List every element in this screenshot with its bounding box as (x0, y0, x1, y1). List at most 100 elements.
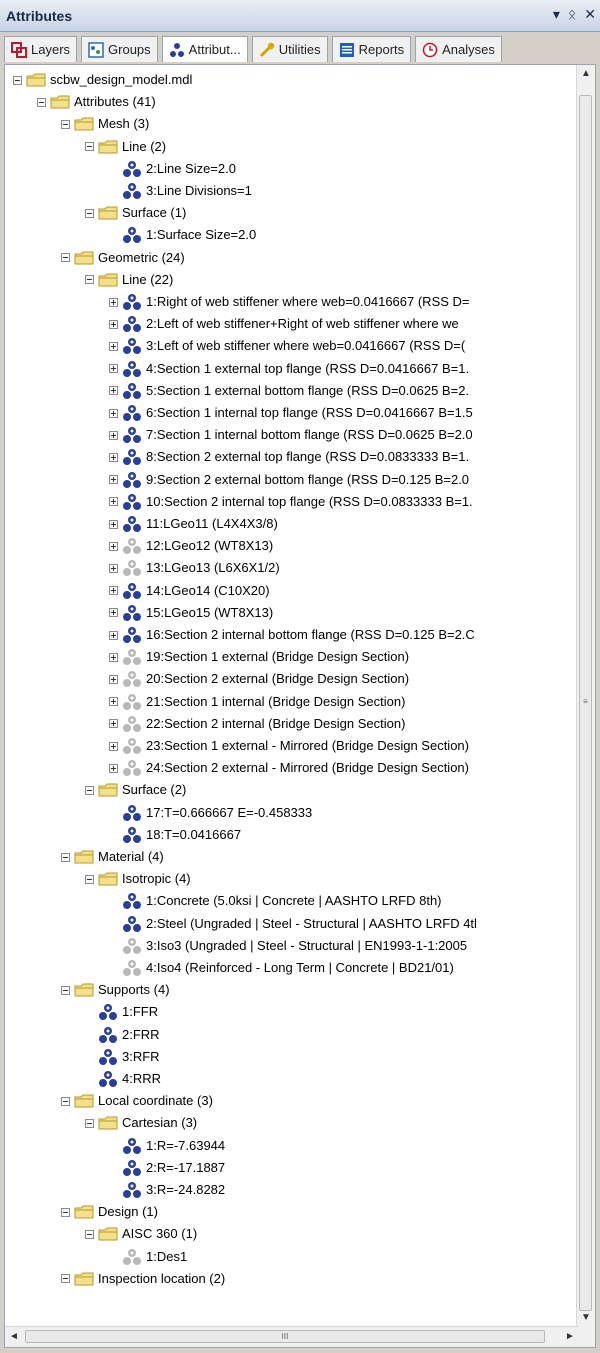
tree-node[interactable]: 18:T=0.0416667 (109, 824, 241, 846)
tree-node[interactable]: scbw_design_model.mdl (13, 69, 192, 91)
expand-icon[interactable] (109, 563, 118, 573)
tree-node[interactable]: 9:Section 2 external bottom flange (RSS … (109, 469, 469, 491)
horizontal-scrollbar[interactable]: ◄ III ► (5, 1326, 579, 1347)
scroll-up-icon[interactable]: ▲ (577, 65, 595, 83)
tree-node[interactable]: Cartesian (3) (85, 1112, 197, 1134)
vertical-scroll-thumb[interactable]: ≡ (579, 95, 592, 1311)
tab-attributes[interactable]: Attribut... (161, 36, 248, 62)
expand-icon[interactable] (109, 697, 118, 707)
tab-utilities[interactable]: Utilities (251, 36, 328, 62)
expand-icon[interactable] (109, 630, 118, 640)
vertical-scrollbar[interactable]: ▲ ≡ ▼ (576, 65, 595, 1327)
tree-node[interactable]: 15:LGeo15 (WT8X13) (109, 602, 273, 624)
tree-node[interactable]: Surface (2) (85, 779, 186, 801)
tree-node[interactable]: 20:Section 2 external (Bridge Design Sec… (109, 668, 409, 690)
tree-node[interactable]: 7:Section 1 internal bottom flange (RSS … (109, 424, 473, 446)
collapse-icon[interactable] (61, 1207, 70, 1217)
tree-node[interactable]: 10:Section 2 internal top flange (RSS D=… (109, 491, 473, 513)
tree-node[interactable]: 13:LGeo13 (L6X6X1/2) (109, 557, 280, 579)
expand-icon[interactable] (109, 386, 118, 396)
tree-node[interactable]: 1:Right of web stiffener where web=0.041… (109, 291, 470, 313)
tree-node[interactable]: 19:Section 1 external (Bridge Design Sec… (109, 646, 409, 668)
tree-node[interactable]: 1:Des1 (109, 1246, 187, 1268)
tree-node[interactable]: 6:Section 1 internal top flange (RSS D=0… (109, 402, 473, 424)
tree-node[interactable]: 4:Iso4 (Reinforced - Long Term | Concret… (109, 957, 454, 979)
collapse-icon[interactable] (61, 253, 70, 263)
tree-node[interactable]: 17:T=0.666667 E=-0.458333 (109, 802, 312, 824)
attributes-tree[interactable]: scbw_design_model.mdl Attributes (41) Mesh… (13, 69, 577, 1325)
tab-reports[interactable]: Reports (331, 36, 412, 62)
tree-node[interactable]: 21:Section 1 internal (Bridge Design Sec… (109, 691, 405, 713)
tree-node[interactable]: 2:R=-17.1887 (109, 1157, 225, 1179)
tree-node[interactable]: Line (2) (85, 136, 166, 158)
tree-node[interactable]: Line (22) (85, 269, 173, 291)
tree-node[interactable]: 22:Section 2 internal (Bridge Design Sec… (109, 713, 405, 735)
expand-icon[interactable] (109, 430, 118, 440)
collapse-icon[interactable] (61, 1096, 70, 1106)
collapse-icon[interactable] (85, 1118, 94, 1128)
menu-dropdown-icon[interactable]: ▾ (553, 6, 560, 23)
scroll-down-icon[interactable]: ▼ (577, 1309, 595, 1327)
expand-icon[interactable] (109, 364, 118, 374)
expand-icon[interactable] (109, 408, 118, 418)
tree-node[interactable]: 1:Concrete (5.0ksi | Concrete | AASHTO L… (109, 890, 442, 912)
tree-node[interactable]: 3:R=-24.8282 (109, 1179, 225, 1201)
tree-node[interactable]: Supports (4) (61, 979, 170, 1001)
tab-analyses[interactable]: Analyses (415, 36, 502, 62)
tab-layers[interactable]: Layers (4, 36, 78, 62)
collapse-icon[interactable] (61, 852, 70, 862)
tree-node[interactable]: 2:FRR (85, 1024, 160, 1046)
collapse-icon[interactable] (61, 985, 70, 995)
collapse-icon[interactable] (37, 97, 46, 107)
tree-node[interactable]: 1:R=-7.63944 (109, 1135, 225, 1157)
expand-icon[interactable] (109, 608, 118, 618)
expand-icon[interactable] (109, 763, 118, 773)
tree-node[interactable]: 16:Section 2 internal bottom flange (RSS… (109, 624, 475, 646)
tree-node[interactable]: Material (4) (61, 846, 164, 868)
scroll-left-icon[interactable]: ◄ (5, 1327, 23, 1347)
horizontal-scroll-thumb[interactable]: III (25, 1330, 545, 1343)
tree-node[interactable]: AISC 360 (1) (85, 1223, 197, 1245)
collapse-icon[interactable] (85, 1229, 94, 1239)
tab-groups[interactable]: Groups (81, 36, 158, 62)
tree-node[interactable]: 14:LGeo14 (C10X20) (109, 580, 270, 602)
pin-icon[interactable]: ᛟ (568, 6, 576, 23)
tree-node[interactable]: Geometric (24) (61, 247, 185, 269)
collapse-icon[interactable] (85, 275, 94, 285)
tree-node[interactable]: 3:Line Divisions=1 (109, 180, 252, 202)
expand-icon[interactable] (109, 652, 118, 662)
tree-node[interactable]: 2:Left of web stiffener+Right of web sti… (109, 313, 459, 335)
collapse-icon[interactable] (85, 874, 94, 884)
expand-icon[interactable] (109, 497, 118, 507)
tree-node[interactable]: 2:Line Size=2.0 (109, 158, 236, 180)
tree-node[interactable]: 1:FFR (85, 1001, 158, 1023)
expand-icon[interactable] (109, 586, 118, 596)
tree-node[interactable]: Surface (1) (85, 202, 186, 224)
tree-node[interactable]: 3:Iso3 (Ungraded | Steel - Structural | … (109, 935, 467, 957)
expand-icon[interactable] (109, 319, 118, 329)
tree-node[interactable]: 24:Section 2 external - Mirrored (Bridge… (109, 757, 469, 779)
expand-icon[interactable] (109, 674, 118, 684)
collapse-icon[interactable] (61, 119, 70, 129)
tree-node[interactable]: 5:Section 1 external bottom flange (RSS … (109, 380, 469, 402)
tree-node[interactable]: 2:Steel (Ungraded | Steel - Structural |… (109, 913, 477, 935)
tree-node[interactable]: Isotropic (4) (85, 868, 191, 890)
tree-node[interactable]: Local coordinate (3) (61, 1090, 213, 1112)
collapse-icon[interactable] (61, 1274, 70, 1284)
expand-icon[interactable] (109, 519, 118, 529)
collapse-icon[interactable] (85, 785, 94, 795)
expand-icon[interactable] (109, 741, 118, 751)
collapse-icon[interactable] (85, 142, 94, 152)
tree-node[interactable]: 11:LGeo11 (L4X4X3/8) (109, 513, 278, 535)
tree-node[interactable]: 23:Section 1 external - Mirrored (Bridge… (109, 735, 469, 757)
expand-icon[interactable] (109, 475, 118, 485)
tree-node[interactable]: Attributes (41) (37, 91, 156, 113)
expand-icon[interactable] (109, 341, 118, 351)
tree-node[interactable]: Mesh (3) (61, 113, 149, 135)
expand-icon[interactable] (109, 719, 118, 729)
expand-icon[interactable] (109, 297, 118, 307)
collapse-icon[interactable] (85, 208, 94, 218)
expand-icon[interactable] (109, 452, 118, 462)
tree-node[interactable]: 3:RFR (85, 1046, 160, 1068)
tree-node[interactable]: 1:Surface Size=2.0 (109, 224, 256, 246)
